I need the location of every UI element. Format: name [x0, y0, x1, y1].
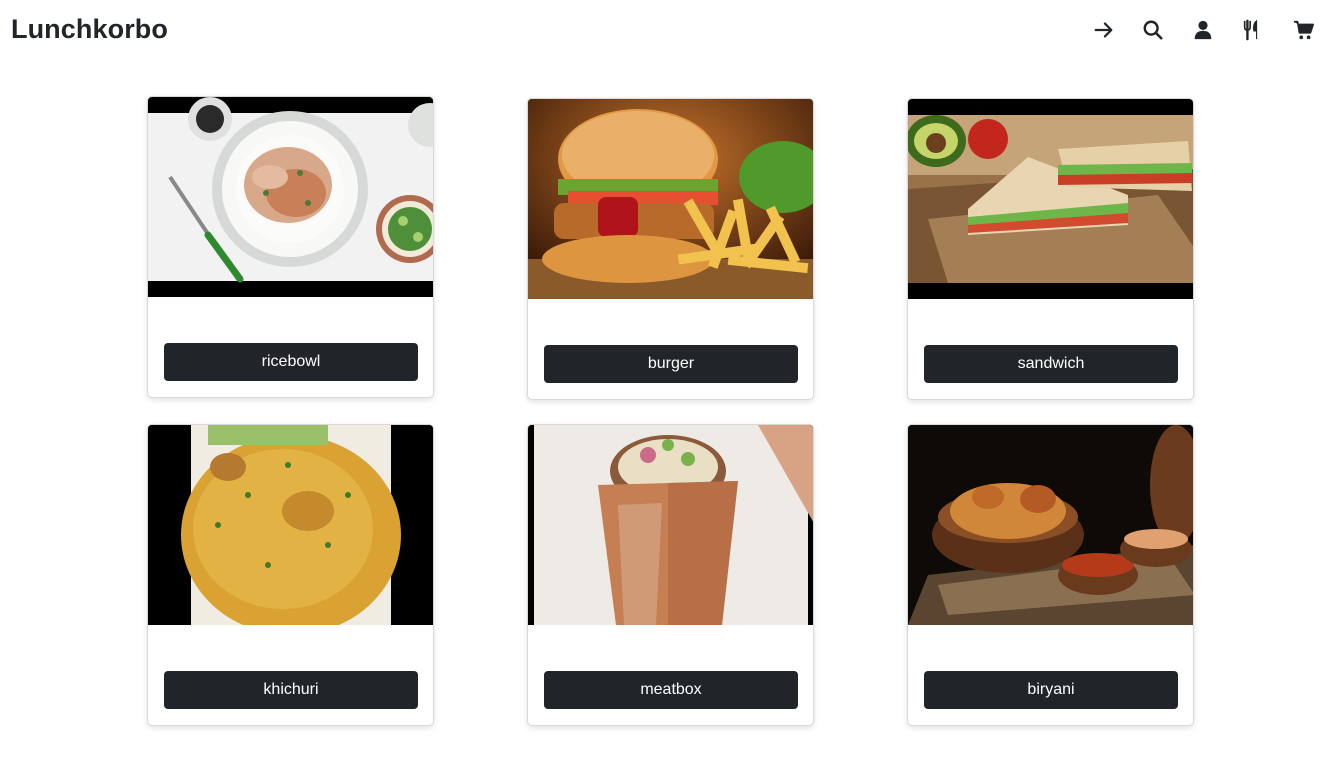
utensils-icon[interactable] [1240, 18, 1264, 42]
khichuri-image [148, 425, 433, 625]
sandwich-image [908, 99, 1193, 299]
ricebowl-image [148, 97, 433, 297]
biryani-image [908, 425, 1193, 625]
search-icon[interactable] [1141, 18, 1165, 42]
menu-card-sandwich[interactable]: sandwich [907, 98, 1194, 400]
nav-icons [0, 18, 1328, 42]
khichuri-button[interactable]: khichuri [164, 671, 418, 709]
meatbox-image [528, 425, 813, 625]
sign-in-arrow-icon[interactable] [1092, 18, 1116, 42]
biryani-button[interactable]: biryani [924, 671, 1178, 709]
cart-icon[interactable] [1292, 18, 1316, 42]
menu-card-khichuri[interactable]: khichuri [147, 424, 434, 726]
burger-image [528, 99, 813, 299]
ricebowl-button[interactable]: ricebowl [164, 343, 418, 381]
menu-card-biryani[interactable]: biryani [907, 424, 1194, 726]
menu-card-meatbox[interactable]: meatbox [527, 424, 814, 726]
meatbox-button[interactable]: meatbox [544, 671, 798, 709]
sandwich-button[interactable]: sandwich [924, 345, 1178, 383]
menu-card-ricebowl[interactable]: ricebowl [147, 96, 434, 398]
navbar: Lunchkorbo [0, 0, 1328, 62]
menu-card-burger[interactable]: burger [527, 98, 814, 400]
burger-button[interactable]: burger [544, 345, 798, 383]
user-icon[interactable] [1191, 18, 1215, 42]
